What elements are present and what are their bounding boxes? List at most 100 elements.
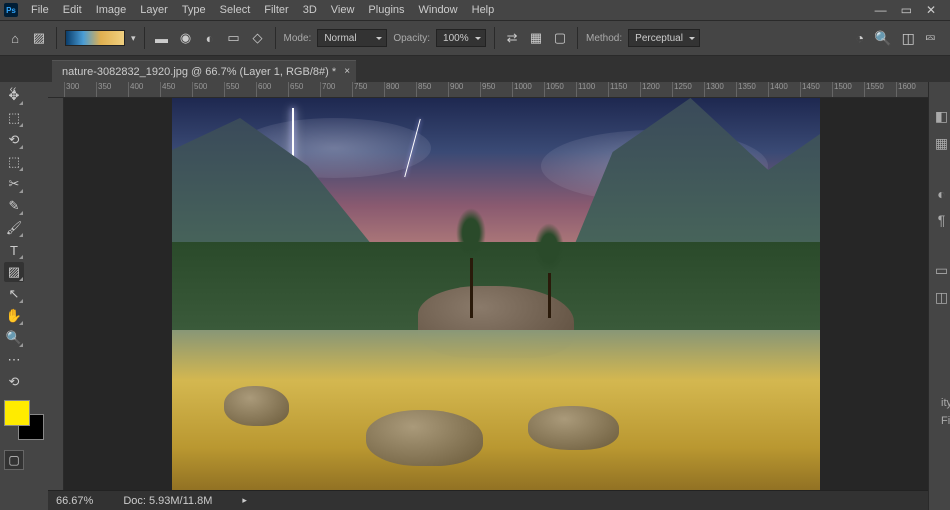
- ruler-tick: 550: [224, 82, 256, 97]
- app-logo: Ps: [4, 3, 18, 17]
- libraries-icon[interactable]: ▭: [935, 262, 948, 279]
- document-image: [172, 98, 820, 490]
- transparency-icon[interactable]: ▢: [551, 29, 569, 47]
- quick-mask-icon[interactable]: ▢: [4, 450, 24, 470]
- color-swatches[interactable]: [4, 400, 44, 440]
- swap-colors-icon[interactable]: ⟲: [4, 372, 24, 392]
- color-panel-icon[interactable]: ◧: [935, 108, 948, 125]
- ruler-tick: 1450: [800, 82, 832, 97]
- document-title: nature-3082832_1920.jpg @ 66.7% (Layer 1…: [62, 66, 336, 78]
- ruler-tick: 700: [320, 82, 352, 97]
- close-icon[interactable]: ✕: [926, 3, 936, 17]
- menu-layer[interactable]: Layer: [133, 4, 175, 16]
- method-label: Method:: [586, 33, 622, 44]
- ruler-tick: 1500: [832, 82, 864, 97]
- adjustments-icon[interactable]: ◐: [937, 186, 945, 202]
- blend-mode-dropdown[interactable]: Normal: [317, 29, 387, 47]
- eyedropper-tool[interactable]: ✎: [4, 196, 24, 216]
- selection-tool[interactable]: ⬚: [4, 152, 24, 172]
- opacity-label: Opacity:: [393, 33, 430, 44]
- opacity-dropdown[interactable]: 100%: [436, 29, 486, 47]
- layers-icon[interactable]: ◫: [935, 289, 948, 306]
- gradient-dropdown-icon[interactable]: ▾: [131, 33, 136, 44]
- workspace-icon[interactable]: ◫: [902, 30, 915, 47]
- text-panel-icon[interactable]: ¶: [938, 212, 946, 228]
- ruler-tick: 1200: [640, 82, 672, 97]
- type-tool[interactable]: T: [4, 240, 24, 260]
- angle-gradient-icon[interactable]: ◐: [201, 29, 219, 47]
- menu-window[interactable]: Window: [412, 4, 465, 16]
- radial-gradient-icon[interactable]: ◉: [177, 29, 195, 47]
- document-tab-bar: nature-3082832_1920.jpg @ 66.7% (Layer 1…: [0, 56, 950, 82]
- ruler-tick: 800: [384, 82, 416, 97]
- reflected-gradient-icon[interactable]: ▭: [225, 29, 243, 47]
- vertical-ruler: [48, 98, 64, 490]
- gradient-tool-icon[interactable]: ▨: [30, 29, 48, 47]
- share-icon[interactable]: ⮹: [925, 30, 936, 47]
- options-bar: ⌂ ▨ ▾ ▬ ◉ ◐ ▭ ◇ Mode: Normal Opacity: 10…: [0, 20, 950, 56]
- menu-3d[interactable]: 3D: [296, 4, 324, 16]
- ruler-tick: 1550: [864, 82, 896, 97]
- gradient-preset[interactable]: [65, 30, 125, 46]
- menu-plugins[interactable]: Plugins: [361, 4, 411, 16]
- gradient-tool[interactable]: ▨: [4, 262, 24, 282]
- marquee-tool[interactable]: ⬚: [4, 108, 24, 128]
- reverse-icon[interactable]: ⇄: [503, 29, 521, 47]
- ruler-tick: 400: [128, 82, 160, 97]
- menu-filter[interactable]: Filter: [257, 4, 295, 16]
- ruler-tick: 750: [352, 82, 384, 97]
- foreground-color[interactable]: [4, 400, 30, 426]
- linear-gradient-icon[interactable]: ▬: [153, 29, 171, 47]
- document-tab[interactable]: nature-3082832_1920.jpg @ 66.7% (Layer 1…: [52, 60, 356, 82]
- menu-select[interactable]: Select: [213, 4, 258, 16]
- ruler-tick: 950: [480, 82, 512, 97]
- method-dropdown[interactable]: Perceptual: [628, 29, 700, 47]
- maximize-icon[interactable]: ▭: [901, 3, 912, 17]
- menu-image[interactable]: Image: [89, 4, 134, 16]
- lasso-tool[interactable]: ⟲: [4, 130, 24, 150]
- hand-tool[interactable]: ✋: [4, 306, 24, 326]
- zoom-tool[interactable]: 🔍: [4, 328, 24, 348]
- window-controls: — ▭ ✕: [875, 3, 946, 17]
- menu-type[interactable]: Type: [175, 4, 213, 16]
- panel-ribbon: ‹‹ ◧ ▦ ◐ ¶ ▭ ◫: [929, 82, 950, 510]
- mode-label: Mode:: [284, 33, 312, 44]
- canvas[interactable]: [64, 98, 928, 490]
- search-icon[interactable]: 🔍: [874, 30, 891, 47]
- menu-help[interactable]: Help: [465, 4, 502, 16]
- ruler-tick: 1050: [544, 82, 576, 97]
- edit-toolbar[interactable]: ⋯: [4, 350, 24, 370]
- tools-panel: ✥ ⬚ ⟲ ⬚ ✂ ✎ 🖌 T ▨ ↖ ✋ 🔍 ⋯ ⟲ ▢: [0, 82, 48, 510]
- right-panels: ‹‹ ◧ ▦ ◐ ¶ ▭ ◫ ‹‹ Properties Pixel Layer…: [928, 82, 950, 510]
- cloud-docs-icon[interactable]: ◔: [856, 30, 864, 47]
- status-bar: 66.67% Doc: 5.93M/11.8M ▸: [48, 490, 928, 510]
- ruler-tick: 1300: [704, 82, 736, 97]
- ruler-tick: 1100: [576, 82, 608, 97]
- ruler-tick: 500: [192, 82, 224, 97]
- path-tool[interactable]: ↖: [4, 284, 24, 304]
- menu-edit[interactable]: Edit: [56, 4, 89, 16]
- dither-icon[interactable]: ▦: [527, 29, 545, 47]
- ruler-tick: 450: [160, 82, 192, 97]
- collapse-panels-icon[interactable]: ‹‹: [0, 82, 26, 96]
- close-tab-icon[interactable]: ×: [344, 66, 350, 77]
- menu-bar: Ps FileEditImageLayerTypeSelectFilter3DV…: [0, 0, 950, 20]
- ruler-tick: 650: [288, 82, 320, 97]
- crop-tool[interactable]: ✂: [4, 174, 24, 194]
- zoom-level[interactable]: 66.67%: [56, 495, 93, 507]
- home-icon[interactable]: ⌂: [6, 29, 24, 47]
- layers-panel-partial: ≡ ity: 100% ˅ Fill: 100% ˅: [935, 376, 950, 430]
- menu-file[interactable]: File: [24, 4, 56, 16]
- ruler-tick: 1600: [896, 82, 928, 97]
- swatches-panel-icon[interactable]: ▦: [935, 135, 948, 152]
- ruler-tick: 1150: [608, 82, 640, 97]
- brush-tool[interactable]: 🖌: [4, 218, 24, 238]
- horizontal-ruler: 3003504004505005506006507007508008509009…: [48, 82, 928, 98]
- minimize-icon[interactable]: —: [875, 3, 887, 17]
- diamond-gradient-icon[interactable]: ◇: [249, 29, 267, 47]
- ruler-tick: 900: [448, 82, 480, 97]
- ruler-tick: 1350: [736, 82, 768, 97]
- ruler-tick: 1000: [512, 82, 544, 97]
- doc-size[interactable]: Doc: 5.93M/11.8M: [123, 495, 212, 507]
- menu-view[interactable]: View: [324, 4, 362, 16]
